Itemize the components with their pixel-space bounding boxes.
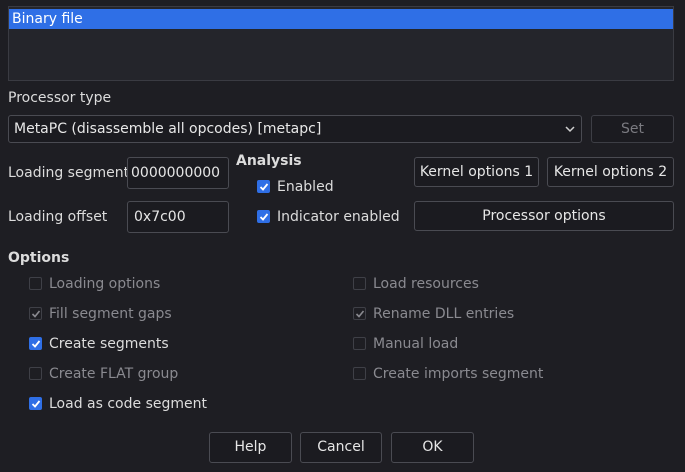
check-icon: [31, 340, 41, 348]
indicator-enabled-checkbox[interactable]: [257, 210, 270, 223]
create-imports-segment-label: Create imports segment: [373, 366, 544, 382]
load-as-code-segment-checkbox[interactable]: [29, 397, 42, 410]
processor-type-label: Processor type: [8, 90, 112, 106]
indicator-enabled-label: Indicator enabled: [277, 209, 400, 225]
check-icon: [259, 183, 269, 191]
cancel-button[interactable]: Cancel: [300, 432, 382, 463]
manual-load-checkbox[interactable]: [353, 337, 366, 350]
set-button[interactable]: Set: [591, 115, 674, 143]
check-icon: [31, 310, 41, 318]
loading-segment-value: 0000000000: [131, 165, 221, 181]
loading-segment-input[interactable]: 0000000000: [127, 157, 229, 189]
check-icon: [355, 310, 365, 318]
create-flat-group-checkbox[interactable]: [29, 367, 42, 380]
rename-dll-entries-checkbox[interactable]: [353, 307, 366, 320]
processor-type-select[interactable]: MetaPC (disassemble all opcodes) [metapc…: [8, 115, 582, 143]
kernel-options-1-button[interactable]: Kernel options 1: [414, 157, 539, 187]
loading-offset-label: Loading offset: [8, 209, 108, 225]
analysis-title: Analysis: [236, 153, 302, 169]
loading-offset-input[interactable]: 0x7c00: [127, 201, 229, 233]
loading-options-label: Loading options: [49, 276, 161, 292]
check-icon: [31, 400, 41, 408]
rename-dll-entries-label: Rename DLL entries: [373, 306, 515, 322]
help-button[interactable]: Help: [209, 432, 292, 463]
analysis-enabled-label: Enabled: [277, 179, 334, 195]
loading-offset-value: 0x7c00: [134, 209, 186, 225]
manual-load-label: Manual load: [373, 336, 459, 352]
kernel-options-2-button[interactable]: Kernel options 2: [547, 157, 674, 187]
create-segments-label: Create segments: [49, 336, 169, 352]
ok-button[interactable]: OK: [391, 432, 474, 463]
create-segments-checkbox[interactable]: [29, 337, 42, 350]
create-flat-group-label: Create FLAT group: [49, 366, 179, 382]
chevron-down-icon: [563, 116, 577, 142]
loading-options-checkbox[interactable]: [29, 277, 42, 290]
options-title: Options: [8, 250, 70, 266]
load-resources-checkbox[interactable]: [353, 277, 366, 290]
loading-segment-label: Loading segment: [8, 165, 130, 181]
create-imports-segment-checkbox[interactable]: [353, 367, 366, 380]
processor-type-value: MetaPC (disassemble all opcodes) [metapc…: [14, 121, 322, 137]
fill-segment-gaps-checkbox[interactable]: [29, 307, 42, 320]
analysis-enabled-checkbox[interactable]: [257, 180, 270, 193]
processor-options-button[interactable]: Processor options: [414, 201, 674, 231]
load-resources-label: Load resources: [373, 276, 479, 292]
list-item-binary-file[interactable]: Binary file: [9, 9, 673, 29]
fill-segment-gaps-label: Fill segment gaps: [49, 306, 172, 322]
check-icon: [259, 213, 269, 221]
file-type-list[interactable]: Binary file: [8, 6, 674, 81]
load-as-code-segment-label: Load as code segment: [49, 396, 207, 412]
